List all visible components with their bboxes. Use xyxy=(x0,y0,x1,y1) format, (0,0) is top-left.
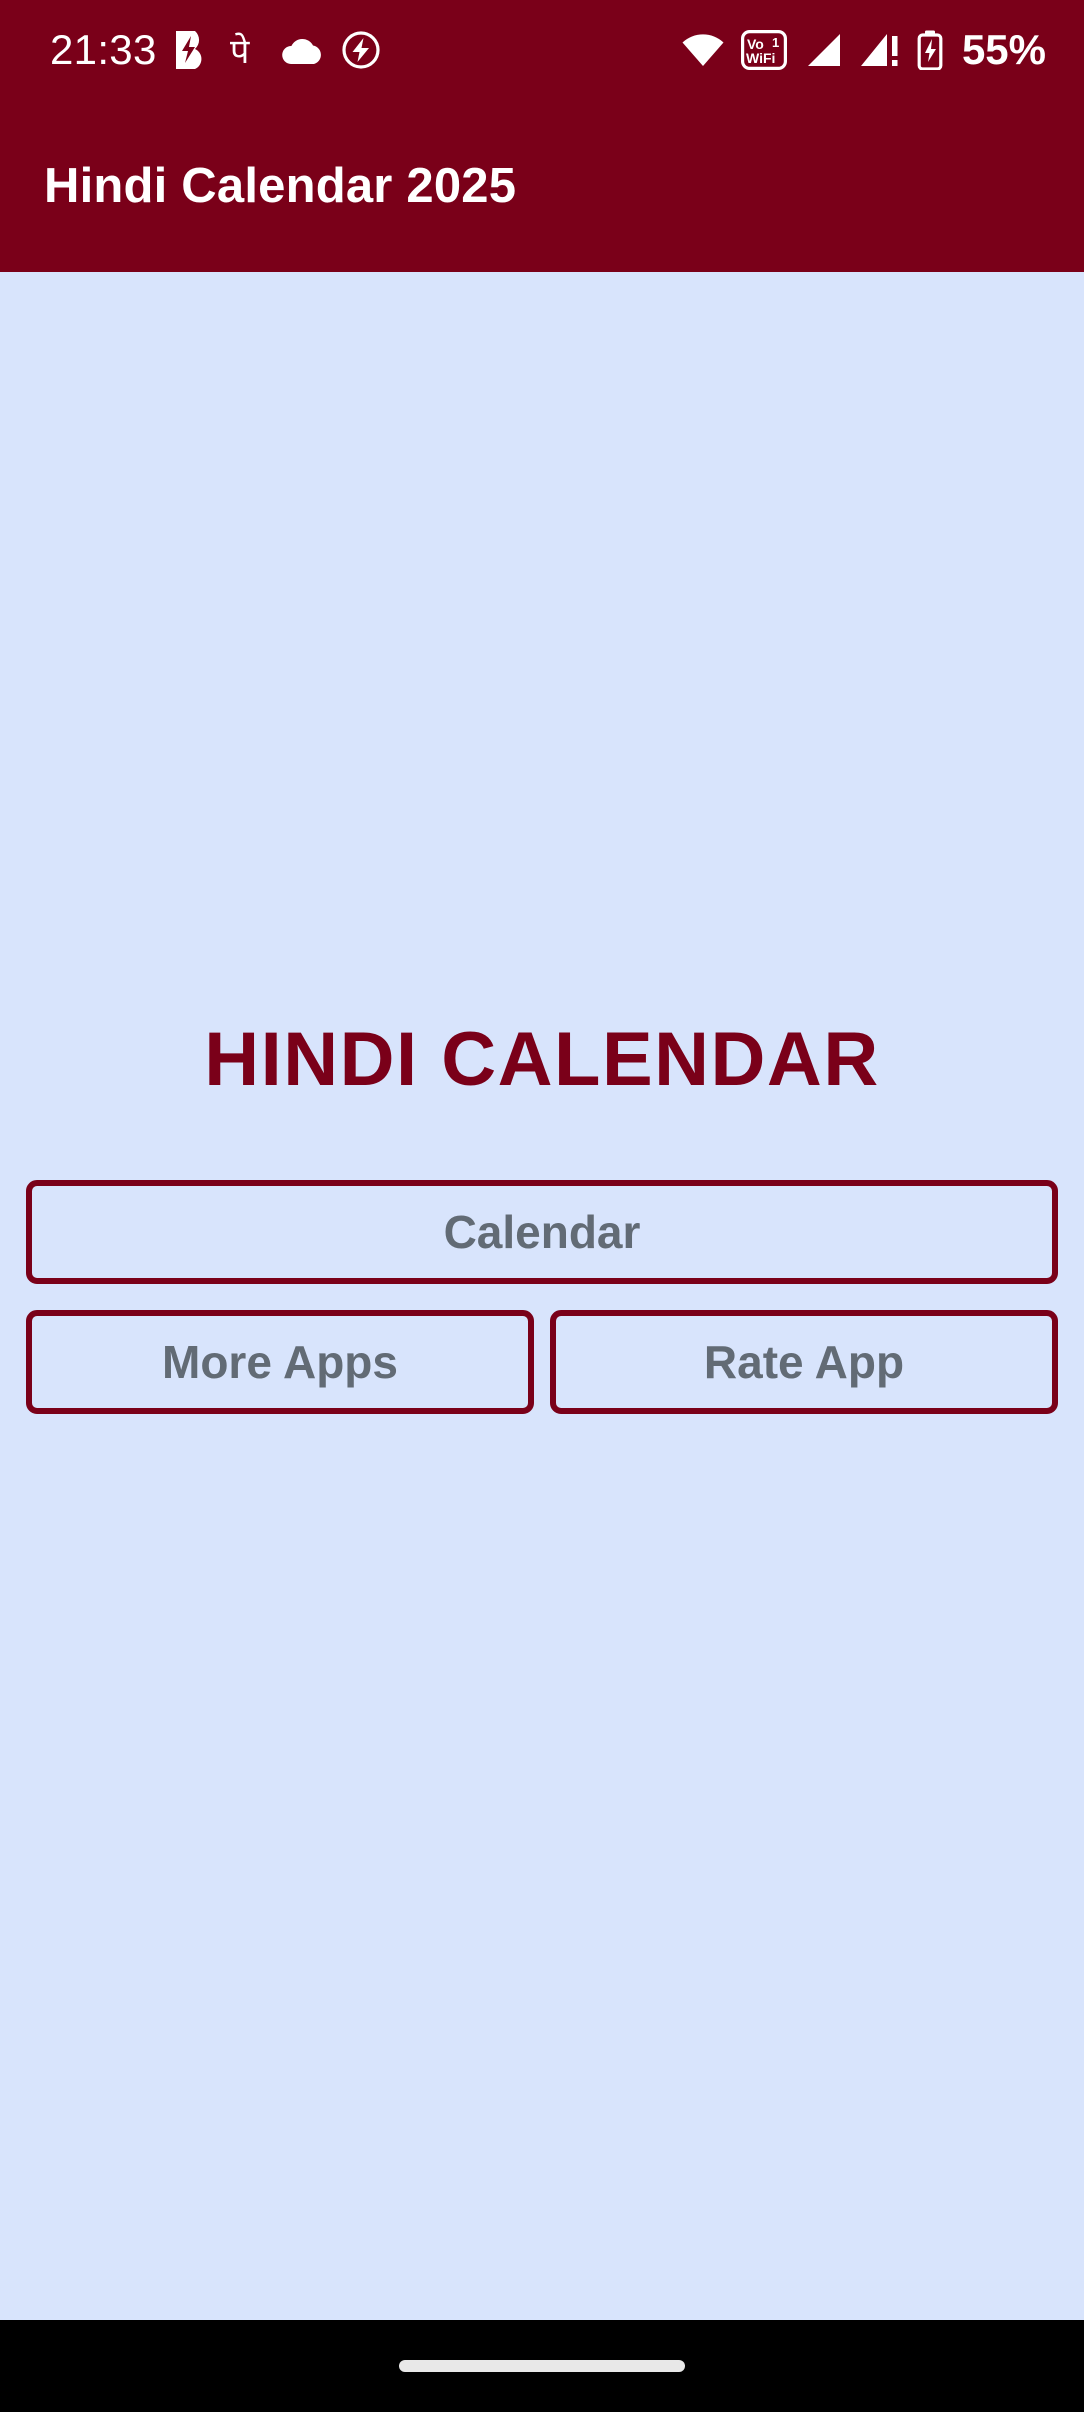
vowifi-icon: Vo 1 WiFi xyxy=(740,30,787,70)
svg-text:1: 1 xyxy=(772,35,779,50)
main-content: HINDI CALENDAR Calendar More Apps Rate A… xyxy=(0,272,1084,2320)
secondary-button-row: More Apps Rate App xyxy=(26,1310,1058,1414)
calendar-button[interactable]: Calendar xyxy=(26,1180,1058,1284)
status-bar-clock: 21:33 xyxy=(50,26,157,73)
system-navigation-bar xyxy=(0,2320,1084,2412)
svg-text:पे: पे xyxy=(230,32,250,71)
status-bar-right: Vo 1 WiFi 55% xyxy=(681,29,1046,71)
app-bar: Hindi Calendar 2025 xyxy=(0,100,1084,272)
signal-alert-icon xyxy=(859,32,901,68)
phonepe-icon: पे xyxy=(229,29,263,71)
bolt-app-icon xyxy=(174,30,212,70)
more-apps-button[interactable]: More Apps xyxy=(26,1310,534,1414)
signal-bars-icon xyxy=(803,32,843,68)
battery-charging-icon xyxy=(917,30,943,70)
status-bar-left: 21:33 पे xyxy=(50,29,381,71)
app-bar-title: Hindi Calendar 2025 xyxy=(44,159,517,213)
battery-percentage: 55% xyxy=(961,26,1046,73)
svg-text:WiFi: WiFi xyxy=(746,50,775,66)
phone-screen: 21:33 पे Vo 1 WiFi 55% Hindi Calendar 20… xyxy=(0,0,1084,2412)
gesture-home-handle[interactable] xyxy=(399,2360,685,2372)
charging-circle-icon xyxy=(341,30,381,70)
wifi-icon xyxy=(681,33,725,67)
cloud-icon xyxy=(280,34,324,66)
rate-app-button[interactable]: Rate App xyxy=(550,1310,1058,1414)
status-bar: 21:33 पे Vo 1 WiFi 55% xyxy=(0,0,1084,100)
page-title: HINDI CALENDAR xyxy=(204,1017,880,1102)
